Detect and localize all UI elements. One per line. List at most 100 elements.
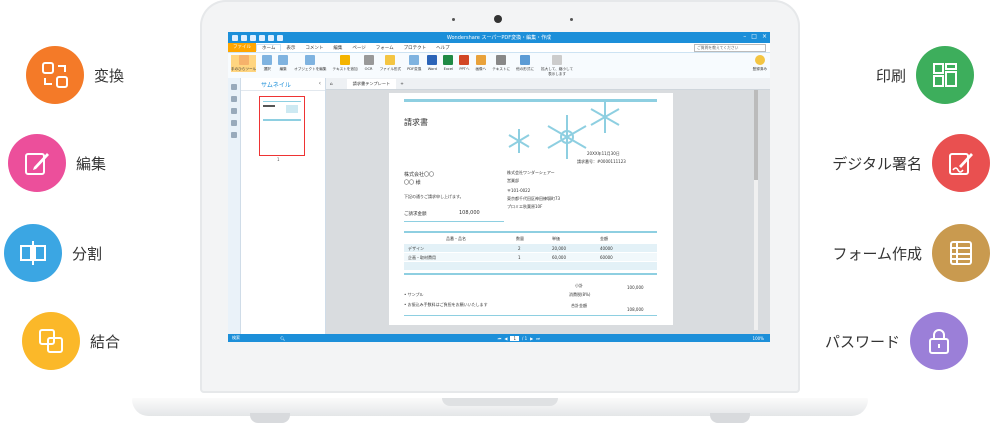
edit-object-button[interactable]: オブジェクトを編集 (294, 55, 327, 72)
add-text-button[interactable]: テキストを追加 (333, 55, 358, 72)
minimize-icon[interactable]: – (743, 33, 746, 40)
edit-button[interactable]: 編集 (278, 55, 289, 72)
invoice-number: 請求番号：#0000111123 (577, 159, 626, 164)
menu-help[interactable]: ヘルプ (431, 45, 455, 51)
ppt-button[interactable]: PPTへ (459, 55, 469, 72)
invoice-note: 下記の通りご請求申し上げます。 (404, 194, 464, 199)
page-thumbnail[interactable] (259, 96, 305, 156)
cursor-icon (262, 55, 273, 65)
split-icon (4, 224, 62, 282)
menu-view[interactable]: 表示 (281, 45, 300, 51)
image-button[interactable]: 画像へ (475, 55, 486, 72)
find-icon[interactable]: 🔍︎ (280, 336, 285, 341)
feature-form[interactable]: フォーム作成 (832, 224, 990, 282)
title-bar: Wondershare スーパーPDF変換・編集・作成 – □ × (228, 32, 770, 43)
menu-home[interactable]: ホーム (256, 44, 282, 51)
note-bullet-1: • サンプル (404, 292, 424, 297)
close-icon[interactable]: × (762, 33, 767, 40)
signature-icon (932, 134, 990, 192)
convert-icon (26, 46, 84, 104)
feature-edit[interactable]: 編集 (8, 134, 106, 192)
first-page-icon[interactable]: ⏮ (498, 336, 502, 341)
feature-label: 印刷 (875, 66, 906, 85)
left-toolbar (228, 78, 241, 334)
form-icon (932, 224, 990, 282)
from-address-1: 東京都千代田区神田練塀町73 (507, 196, 561, 201)
bookmark-icon[interactable] (231, 96, 237, 102)
amount-value: 108,000 (459, 210, 480, 216)
home-icon[interactable]: ⌂ (330, 81, 333, 86)
word-icon (427, 55, 438, 65)
text-export-button[interactable]: テキストに (492, 55, 510, 72)
feature-label: 分割 (72, 244, 103, 263)
menu-file[interactable]: ファイル (228, 43, 256, 52)
vertical-scrollbar[interactable] (754, 90, 758, 330)
feature-merge[interactable]: 結合 (22, 312, 120, 370)
other-format-button[interactable]: 他の形式に (516, 55, 534, 72)
status-search[interactable]: 検索 (232, 335, 240, 341)
feature-convert[interactable]: 変換 (26, 46, 124, 104)
search-icon[interactable] (231, 132, 237, 138)
attachment-icon[interactable] (231, 120, 237, 126)
other-format-icon (520, 55, 531, 65)
feature-print[interactable]: 印刷 (876, 46, 974, 104)
table-row: デザイン 2 20,000 40000 (404, 244, 657, 252)
feature-password[interactable]: パスワード (825, 312, 968, 370)
ribbon-toolbar: 手のひらツール 選択 編集 オブジェクトを編集 テキストを追加 OCR ファイル… (228, 53, 770, 81)
menu-page[interactable]: ページ (347, 45, 370, 51)
select-button[interactable]: 選択 (262, 55, 273, 72)
zoom-view-button[interactable]: 拡大して、縮小して表示します (540, 55, 574, 77)
maximize-icon[interactable]: □ (751, 33, 757, 40)
document-tab[interactable]: 請求書テンプレート (346, 78, 397, 89)
feature-label: デジタル署名 (832, 154, 922, 173)
menu-comment[interactable]: コメント (300, 45, 328, 51)
page-number-input[interactable]: 1 (510, 335, 519, 341)
webcam (494, 15, 502, 23)
menu-bar: ファイル ホーム 表示 コメント 編集 ページ フォーム プロテクト ヘルプ ご… (228, 43, 770, 53)
table-row (404, 262, 657, 270)
total-label: 合計金額 (571, 303, 587, 308)
ocr-icon (363, 55, 374, 65)
image-icon (475, 55, 486, 65)
hand-tool-button[interactable]: 手のひらツール (231, 55, 257, 72)
help-search-input[interactable]: ご質問を教えてください (694, 43, 766, 52)
total-value: 108,000 (627, 307, 644, 312)
zoom-level[interactable]: 100% (753, 336, 764, 341)
hand-icon (238, 55, 249, 65)
prev-page-icon[interactable]: ◀ (504, 336, 507, 341)
tab-bar: ⌂ 請求書テンプレート + (326, 78, 770, 90)
feature-label: 変換 (94, 66, 125, 85)
print-icon (916, 46, 974, 104)
lock-icon (910, 312, 968, 370)
ocr-button[interactable]: OCR (363, 55, 374, 71)
merge-icon (22, 312, 80, 370)
bill-to-person: 〇〇 様 (404, 180, 421, 186)
file-format-button[interactable]: ファイル形式 (380, 55, 401, 72)
thumbnail-icon[interactable] (231, 84, 237, 90)
registered-button[interactable]: 登録済み (753, 55, 767, 72)
feature-split[interactable]: 分割 (4, 224, 102, 282)
menu-form[interactable]: フォーム (371, 45, 399, 51)
menu-protect[interactable]: プロテクト (399, 45, 432, 51)
comment-icon[interactable] (231, 108, 237, 114)
last-page-icon[interactable]: ⏭ (536, 336, 540, 341)
word-button[interactable]: Word (427, 55, 438, 71)
object-icon (305, 55, 316, 65)
table-header: 品番・品名 数量 単価 金額 (446, 236, 608, 241)
next-page-icon[interactable]: ▶ (530, 336, 533, 341)
pdf-convert-button[interactable]: PDF変換 (407, 55, 421, 72)
add-tab-icon[interactable]: + (400, 81, 404, 86)
menu-edit[interactable]: 編集 (328, 45, 347, 51)
edit-icon (8, 134, 66, 192)
laptop-foot (250, 413, 290, 423)
excel-button[interactable]: Excel (443, 55, 454, 71)
collapse-icon[interactable]: ‹ (319, 80, 321, 87)
app-window: Wondershare スーパーPDF変換・編集・作成 – □ × ファイル ホーム… (228, 32, 770, 342)
thumbnail-panel: サムネイル ‹ 1 (241, 78, 326, 334)
amount-label: ご請求金額 (404, 212, 427, 217)
window-title: Wondershare スーパーPDF変換・編集・作成 (446, 35, 552, 41)
from-address-2: プロミエ秋葉原10F (507, 204, 543, 209)
feature-label: 結合 (90, 332, 121, 351)
thumbnail-title: サムネイル (261, 82, 291, 89)
feature-signature[interactable]: デジタル署名 (832, 134, 990, 192)
